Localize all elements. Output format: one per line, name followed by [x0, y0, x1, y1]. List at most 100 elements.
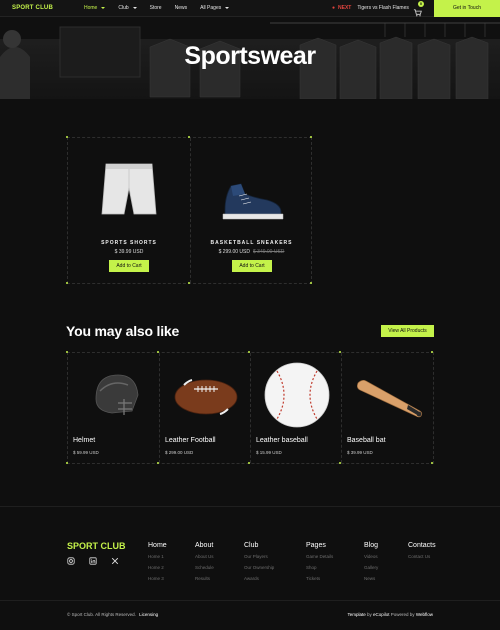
related-product-card[interactable]: Leather Football $ 299.00 USD — [159, 353, 250, 463]
product-name[interactable]: SPORTS SHORTS — [68, 240, 190, 246]
menu-item-store[interactable]: Store — [150, 5, 162, 11]
footer-link[interactable]: Tickets — [306, 576, 333, 581]
corner-dot — [66, 351, 68, 353]
corner-dot — [310, 136, 312, 138]
site-logo[interactable]: SPORT CLUB — [12, 5, 53, 11]
footer-link[interactable]: Home 1 — [148, 554, 167, 559]
footer-link[interactable]: Home 2 — [148, 565, 167, 570]
footer-column-heading: About — [195, 542, 214, 549]
menu-item-home[interactable]: Home — [84, 5, 106, 11]
author-link[interactable]: eCopilot — [373, 612, 390, 617]
instagram-icon[interactable] — [67, 557, 75, 565]
footer-link[interactable]: Awards — [244, 576, 274, 581]
corner-dot — [339, 462, 341, 464]
sneaker-icon — [222, 183, 284, 220]
get-in-touch-button[interactable]: Get in Touch — [434, 0, 500, 17]
next-match-title: Tigers vs Flash Flames — [357, 5, 409, 11]
footer-link[interactable]: Schedule — [195, 565, 214, 570]
chevron-down-icon — [101, 7, 106, 9]
corner-dot — [188, 282, 190, 284]
footer-column-heading: Club — [244, 542, 259, 549]
corner-dot — [310, 282, 312, 284]
menu-item-label: All Pages — [200, 5, 222, 11]
corner-dot — [339, 351, 341, 353]
page-title: Sportswear — [184, 42, 316, 70]
footer-link[interactable]: Game Details — [306, 554, 333, 559]
menu-item-label: Home — [84, 5, 98, 11]
related-product-card[interactable]: Baseball bat $ 39.99 USD — [341, 353, 432, 463]
related-products-grid: Helmet $ 59.99 USD Leather Football $ 29… — [66, 351, 434, 464]
footer-link[interactable]: Gallery — [364, 565, 378, 570]
helmet-icon — [95, 374, 139, 415]
footer-link[interactable]: Contact Us — [408, 554, 436, 559]
linkedin-icon[interactable] — [89, 557, 97, 565]
footer-column-heading: Pages — [306, 542, 326, 549]
corner-dot — [157, 462, 159, 464]
product-price: $ 59.99 USD — [73, 450, 99, 455]
product-name[interactable]: Leather Football — [165, 437, 216, 444]
corner-dot — [66, 282, 68, 284]
footer-logo[interactable]: SPORT CLUB — [67, 541, 126, 551]
corner-dot — [157, 351, 159, 353]
related-product-card[interactable]: Helmet $ 59.99 USD — [68, 353, 159, 463]
platform-link[interactable]: Webflow — [416, 612, 433, 617]
social-links — [67, 557, 119, 565]
footer-bottom-divider — [0, 600, 500, 601]
menu-item-club[interactable]: Club — [118, 5, 137, 11]
product-name[interactable]: Baseball bat — [347, 437, 386, 444]
corner-dot — [66, 136, 68, 138]
cart-button[interactable]: 0 — [413, 1, 424, 17]
footer-link[interactable]: Home 3 — [148, 576, 167, 581]
x-icon[interactable] — [111, 557, 119, 565]
product-price: $ 39.99 USD — [347, 450, 373, 455]
licensing-link[interactable]: Licensing — [139, 612, 158, 617]
cart-icon — [413, 9, 422, 17]
product-card[interactable]: BASKETBALL SNEAKERS $ 299.00 USD $ 349.00… — [190, 138, 312, 283]
corner-dot — [188, 136, 190, 138]
product-price: $ 299.00 USD $ 349.00 USD — [191, 249, 312, 255]
footer-column-club: Club Our Players Our Ownership Awards — [244, 542, 274, 587]
product-grid: SPORTS SHORTS $ 39.99 USD Add to Cart BA… — [66, 136, 312, 284]
related-product-card[interactable]: Leather baseball $ 15.99 USD — [250, 353, 341, 463]
baseball-icon — [264, 362, 330, 428]
chevron-down-icon — [132, 7, 137, 9]
template-credit: Template by eCopilot Powered by Webflow — [347, 612, 433, 617]
footer-link[interactable]: Videos — [364, 554, 378, 559]
footer-column-about: About About Us Schedule Results — [195, 542, 214, 587]
footer-column-contacts: Contacts Contact Us — [408, 542, 436, 565]
product-name[interactable]: BASKETBALL SNEAKERS — [191, 240, 312, 246]
footer-link[interactable]: Results — [195, 576, 214, 581]
section-title: You may also like — [66, 323, 180, 339]
corner-dot — [248, 462, 250, 464]
product-card[interactable]: SPORTS SHORTS $ 39.99 USD Add to Cart — [68, 138, 190, 283]
menu-item-label: Club — [118, 5, 129, 11]
footer-link[interactable]: Our Ownership — [244, 565, 274, 570]
add-to-cart-button[interactable]: Add to Cart — [109, 260, 149, 272]
corner-dot — [66, 462, 68, 464]
template-link[interactable]: Template — [347, 612, 365, 617]
view-all-products-button[interactable]: View All Products — [381, 325, 434, 337]
corner-dot — [431, 351, 433, 353]
price-current: $ 299.00 USD — [218, 249, 250, 255]
footer-link[interactable]: Shop — [306, 565, 333, 570]
live-dot-icon: ● — [332, 5, 336, 11]
next-match[interactable]: ● NEXT Tigers vs Flash Flames — [332, 5, 409, 11]
price-current: $ 39.99 USD — [114, 249, 144, 255]
menu-item-label: News — [174, 5, 188, 11]
next-label: NEXT — [338, 5, 352, 11]
menu-item-all-pages[interactable]: All Pages — [200, 5, 230, 11]
footer-column-home: Home Home 1 Home 2 Home 3 — [148, 542, 167, 587]
add-to-cart-button[interactable]: Add to Cart — [232, 260, 272, 272]
product-name[interactable]: Helmet — [73, 437, 95, 444]
footer-link[interactable]: About Us — [195, 554, 214, 559]
menu-item-news[interactable]: News — [175, 5, 188, 11]
price-old: $ 349.00 USD — [253, 249, 285, 255]
shorts-icon — [101, 163, 157, 215]
footer-link[interactable]: Our Players — [244, 554, 274, 559]
corner-dot — [431, 462, 433, 464]
football-icon — [174, 379, 238, 415]
top-navbar: SPORT CLUB Home Club Store News All Page… — [0, 0, 500, 17]
product-name[interactable]: Leather baseball — [256, 437, 308, 444]
footer-link[interactable]: News — [364, 576, 378, 581]
corner-dot — [248, 351, 250, 353]
